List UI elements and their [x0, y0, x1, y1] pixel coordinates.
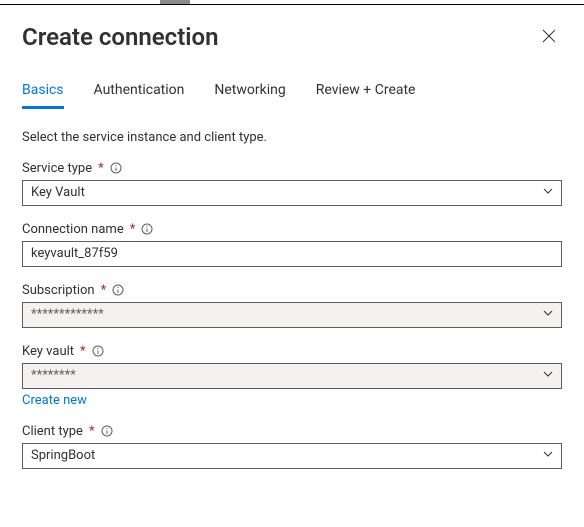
client-type-value: SpringBoot [31, 448, 95, 463]
connection-name-input[interactable] [31, 244, 535, 264]
field-subscription: Subscription * ************* [22, 283, 562, 328]
close-button[interactable] [536, 23, 562, 49]
connection-name-input-wrap [22, 241, 562, 267]
field-service-type: Service type * Key Vault [22, 161, 562, 206]
panel-title: Create connection [22, 23, 218, 52]
window-top-accent [0, 0, 584, 5]
field-label-row: Subscription * [22, 283, 562, 298]
info-icon[interactable] [112, 284, 124, 296]
required-asterisk: * [89, 424, 95, 439]
tab-authentication[interactable]: Authentication [94, 82, 185, 109]
key-vault-value: ******** [31, 368, 76, 383]
info-icon[interactable] [92, 345, 104, 357]
required-asterisk: * [101, 283, 107, 298]
subscription-label: Subscription [22, 283, 95, 298]
close-icon [542, 31, 556, 46]
field-label-row: Client type * [22, 424, 562, 439]
required-asterisk: * [80, 344, 86, 359]
service-type-value: Key Vault [31, 185, 85, 200]
field-label-row: Connection name * [22, 222, 562, 237]
client-type-select[interactable]: SpringBoot [22, 443, 562, 469]
subscription-select[interactable]: ************* [22, 302, 562, 328]
panel-header: Create connection [22, 23, 562, 52]
client-type-label: Client type [22, 424, 83, 439]
field-client-type: Client type * SpringBoot [22, 424, 562, 469]
field-label-row: Service type * [22, 161, 562, 176]
create-connection-panel: Create connection Basics Authentication … [0, 5, 584, 469]
tab-bar: Basics Authentication Networking Review … [22, 82, 562, 110]
tab-networking[interactable]: Networking [214, 82, 285, 109]
tab-review-create[interactable]: Review + Create [316, 82, 416, 109]
connection-name-label: Connection name [22, 222, 124, 237]
service-type-select[interactable]: Key Vault [22, 180, 562, 206]
tab-basics[interactable]: Basics [22, 82, 64, 109]
service-type-label: Service type [22, 161, 92, 176]
intro-text: Select the service instance and client t… [22, 130, 562, 145]
key-vault-select[interactable]: ******** [22, 363, 562, 389]
info-icon[interactable] [101, 425, 113, 437]
required-asterisk: * [130, 222, 136, 237]
field-connection-name: Connection name * [22, 222, 562, 267]
subscription-value: ************* [31, 307, 104, 322]
field-key-vault: Key vault * ******** Create new [22, 344, 562, 408]
key-vault-label: Key vault [22, 344, 74, 359]
info-icon[interactable] [141, 223, 153, 235]
field-label-row: Key vault * [22, 344, 562, 359]
required-asterisk: * [98, 161, 104, 176]
info-icon[interactable] [110, 162, 122, 174]
create-new-link[interactable]: Create new [22, 393, 87, 408]
